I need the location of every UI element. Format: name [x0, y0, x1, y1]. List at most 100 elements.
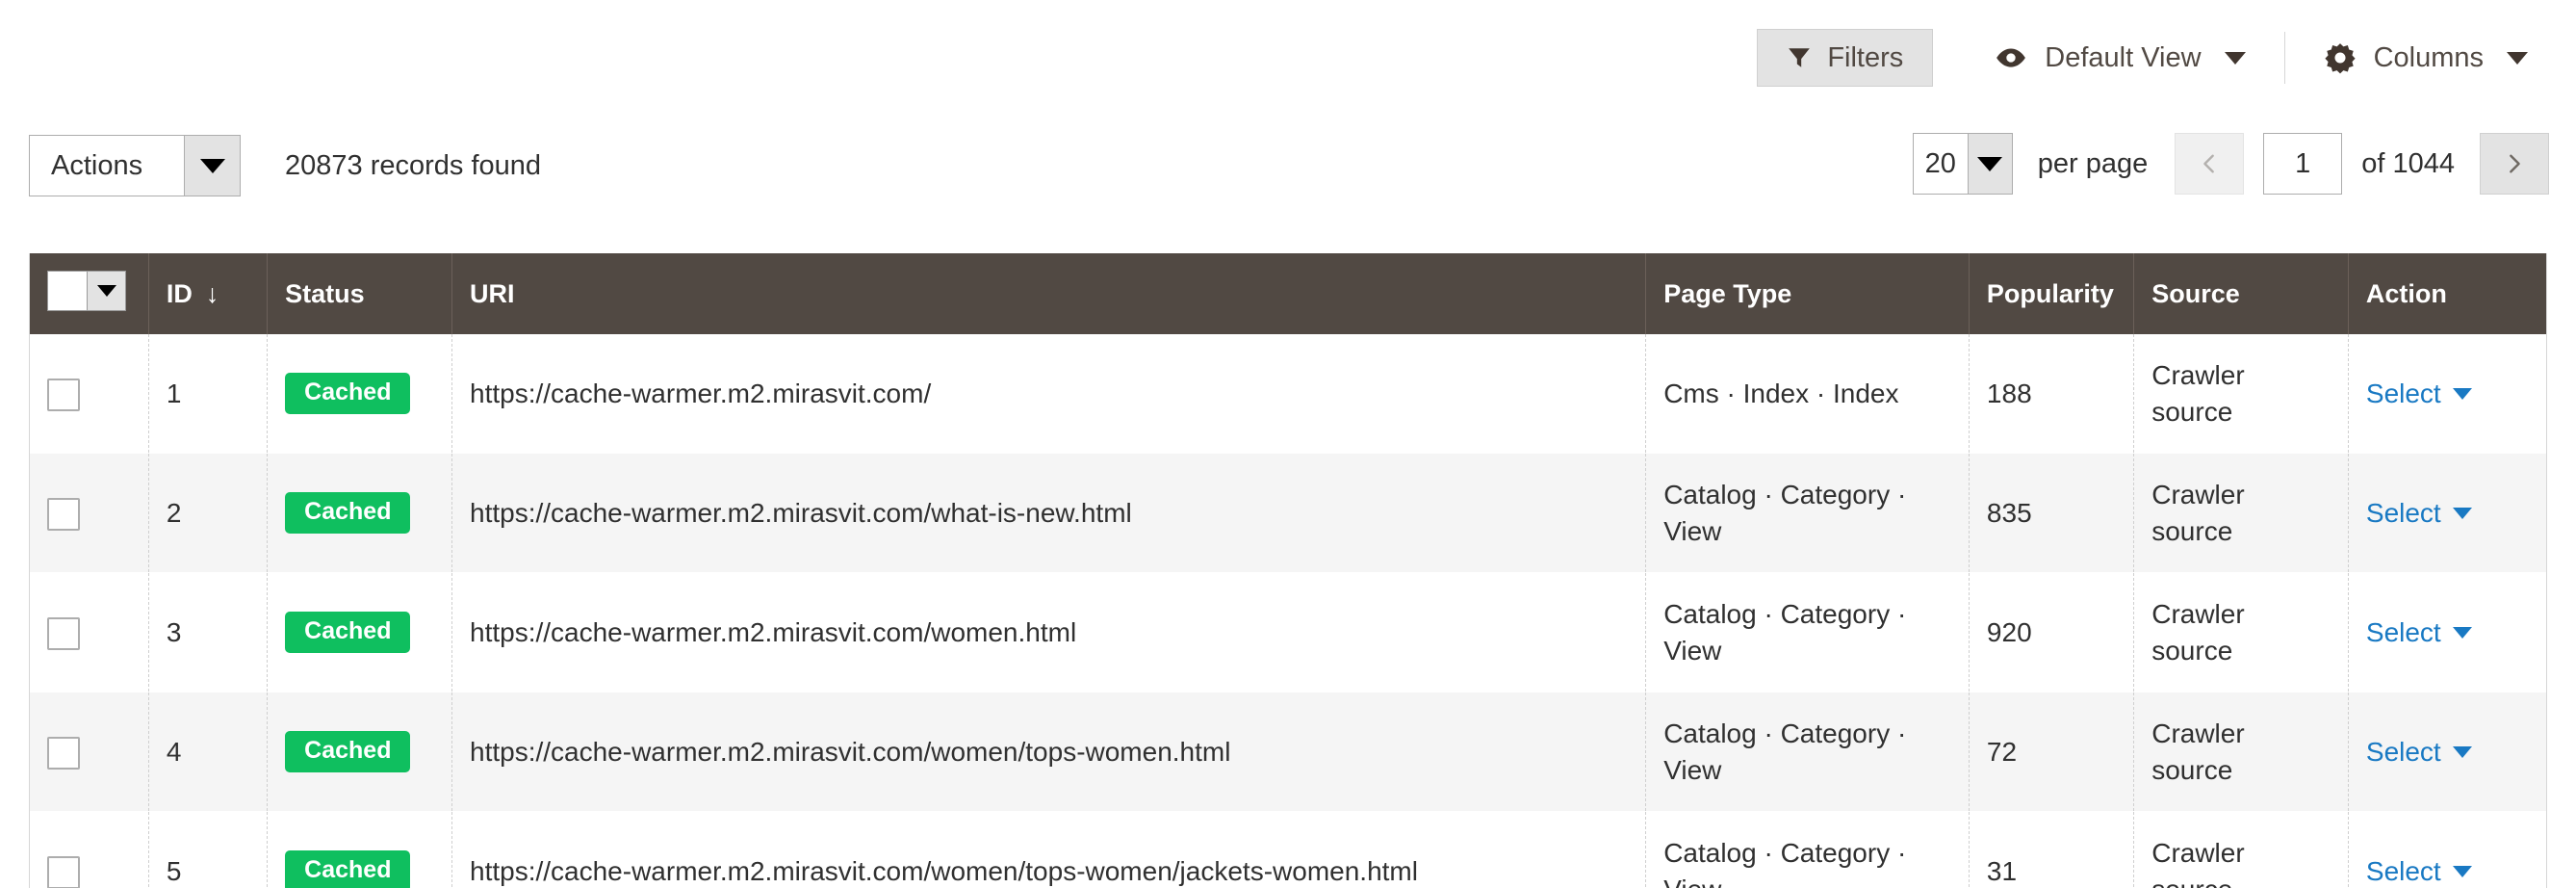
actions-dropdown[interactable]: Actions — [29, 135, 241, 196]
column-header-action: Action — [2348, 253, 2546, 334]
pagination-controls: 20 per page of 1044 — [1912, 133, 2549, 195]
cell-popularity: 31 — [1969, 811, 2135, 888]
cell-status: Cached — [267, 572, 452, 693]
filters-button[interactable]: Filters — [1757, 29, 1934, 87]
row-checkbox-cell — [30, 453, 149, 574]
cell-status: Cached — [267, 811, 452, 888]
column-header-status[interactable]: Status — [267, 253, 452, 334]
actions-dropdown-arrow[interactable] — [184, 136, 240, 196]
chevron-down-icon — [2452, 745, 2472, 758]
uri-text: https://cache-warmer.m2.mirasvit.com/wha… — [470, 497, 1132, 528]
cell-action: Select — [2348, 334, 2546, 455]
columns-dropdown[interactable]: Columns — [2303, 29, 2549, 87]
row-select-dropdown[interactable]: Select — [2366, 734, 2472, 770]
cell-popularity: 835 — [1969, 453, 2135, 574]
cell-page-type: Catalog · Category · View — [1645, 453, 1970, 574]
row-checkbox-cell — [30, 811, 149, 888]
eye-icon — [1995, 41, 2027, 74]
cell-action: Select — [2348, 811, 2546, 888]
uri-text: https://cache-warmer.m2.mirasvit.com/ — [470, 378, 932, 408]
cell-source: Crawler source — [2133, 334, 2349, 455]
grid-toolbar: Filters Default View Columns — [0, 0, 2576, 116]
row-select-dropdown[interactable]: Select — [2366, 495, 2472, 532]
per-page-dropdown[interactable]: 20 — [1912, 133, 2013, 195]
chevron-down-icon — [2452, 865, 2472, 877]
per-page-label: per page — [2037, 147, 2149, 179]
per-page-dropdown-arrow[interactable] — [1967, 134, 2012, 194]
table-header-row: ID ↓ Status URI Page Type Popularity Sour… — [30, 253, 2546, 334]
cell-popularity: 188 — [1969, 334, 2135, 455]
cell-uri: https://cache-warmer.m2.mirasvit.com/wom… — [451, 692, 1647, 813]
column-header-popularity[interactable]: Popularity — [1969, 253, 2135, 334]
chevron-down-icon — [1977, 156, 2003, 171]
next-page-button[interactable] — [2480, 133, 2549, 195]
cell-status: Cached — [267, 453, 452, 574]
cell-page-type: Cms · Index · Index — [1645, 334, 1970, 455]
uri-text: https://cache-warmer.m2.mirasvit.com/wom… — [470, 616, 1077, 647]
cell-popularity: 72 — [1969, 692, 2135, 813]
cell-status: Cached — [267, 692, 452, 813]
status-badge: Cached — [285, 372, 411, 415]
records-found-text: 20873 records found — [285, 149, 542, 181]
row-checkbox[interactable] — [47, 856, 80, 888]
row-select-dropdown[interactable]: Select — [2366, 614, 2472, 651]
status-badge: Cached — [285, 611, 411, 654]
row-select-dropdown[interactable]: Select — [2366, 376, 2472, 412]
chevron-down-icon — [2452, 507, 2472, 519]
column-header-source[interactable]: Source — [2133, 253, 2349, 334]
cell-source: Crawler source — [2133, 453, 2349, 574]
row-select-label: Select — [2365, 497, 2441, 528]
column-header-page-type[interactable]: Page Type — [1645, 253, 1970, 334]
select-all-arrow[interactable] — [87, 272, 125, 310]
row-checkbox[interactable] — [47, 379, 80, 412]
previous-page-button[interactable] — [2175, 133, 2245, 195]
cell-source: Crawler source — [2133, 692, 2349, 813]
row-checkbox[interactable] — [47, 737, 80, 770]
row-checkbox[interactable] — [47, 617, 80, 651]
row-checkbox-cell — [30, 692, 149, 813]
page-number-input[interactable] — [2263, 133, 2343, 195]
uri-text: https://cache-warmer.m2.mirasvit.com/wom… — [470, 736, 1231, 767]
column-header-id-label: ID — [166, 278, 193, 308]
status-badge: Cached — [285, 491, 411, 535]
toolbar-divider — [2283, 32, 2285, 84]
cell-uri: https://cache-warmer.m2.mirasvit.com/wha… — [451, 453, 1647, 574]
select-all-header[interactable] — [30, 253, 149, 334]
gear-icon — [2324, 41, 2357, 74]
table-row: 4 Cached https://cache-warmer.m2.mirasvit.… — [30, 692, 2546, 813]
row-select-label: Select — [2365, 736, 2441, 767]
status-badge: Cached — [285, 730, 411, 773]
default-view-dropdown[interactable]: Default View — [1973, 29, 2266, 87]
cell-source: Crawler source — [2133, 811, 2349, 888]
row-checkbox-cell — [30, 334, 149, 455]
table-row: 5 Cached https://cache-warmer.m2.mirasvit.… — [30, 811, 2546, 888]
select-all-checkbox[interactable] — [48, 272, 87, 310]
column-header-id[interactable]: ID ↓ — [148, 253, 269, 334]
row-select-label: Select — [2365, 855, 2441, 886]
actions-dropdown-label: Actions — [51, 149, 143, 181]
columns-label: Columns — [2373, 41, 2484, 73]
chevron-down-icon — [2224, 51, 2246, 65]
column-header-uri[interactable]: URI — [451, 253, 1647, 334]
funnel-icon — [1787, 45, 1812, 70]
cell-uri: https://cache-warmer.m2.mirasvit.com/wom… — [451, 811, 1647, 888]
row-select-dropdown[interactable]: Select — [2366, 853, 2472, 888]
cell-status: Cached — [267, 334, 452, 455]
cell-uri: https://cache-warmer.m2.mirasvit.com/wom… — [451, 572, 1647, 693]
cell-page-type: Catalog · Category · View — [1645, 572, 1970, 693]
grid-page: Filters Default View Columns Actions 208… — [0, 0, 2576, 888]
select-all-dropdown[interactable] — [47, 271, 126, 311]
chevron-down-icon — [96, 285, 116, 297]
cell-id: 2 — [148, 453, 269, 574]
chevron-down-icon — [2452, 626, 2472, 639]
uri-text: https://cache-warmer.m2.mirasvit.com/wom… — [470, 855, 1418, 886]
chevron-down-icon — [2507, 51, 2528, 65]
chevron-down-icon — [2452, 387, 2472, 400]
cell-source: Crawler source — [2133, 572, 2349, 693]
chevron-left-icon — [2203, 154, 2215, 173]
row-checkbox[interactable] — [47, 498, 80, 532]
cell-id: 5 — [148, 811, 269, 888]
default-view-label: Default View — [2045, 41, 2202, 73]
cell-popularity: 920 — [1969, 572, 2135, 693]
chevron-right-icon — [2510, 154, 2520, 173]
